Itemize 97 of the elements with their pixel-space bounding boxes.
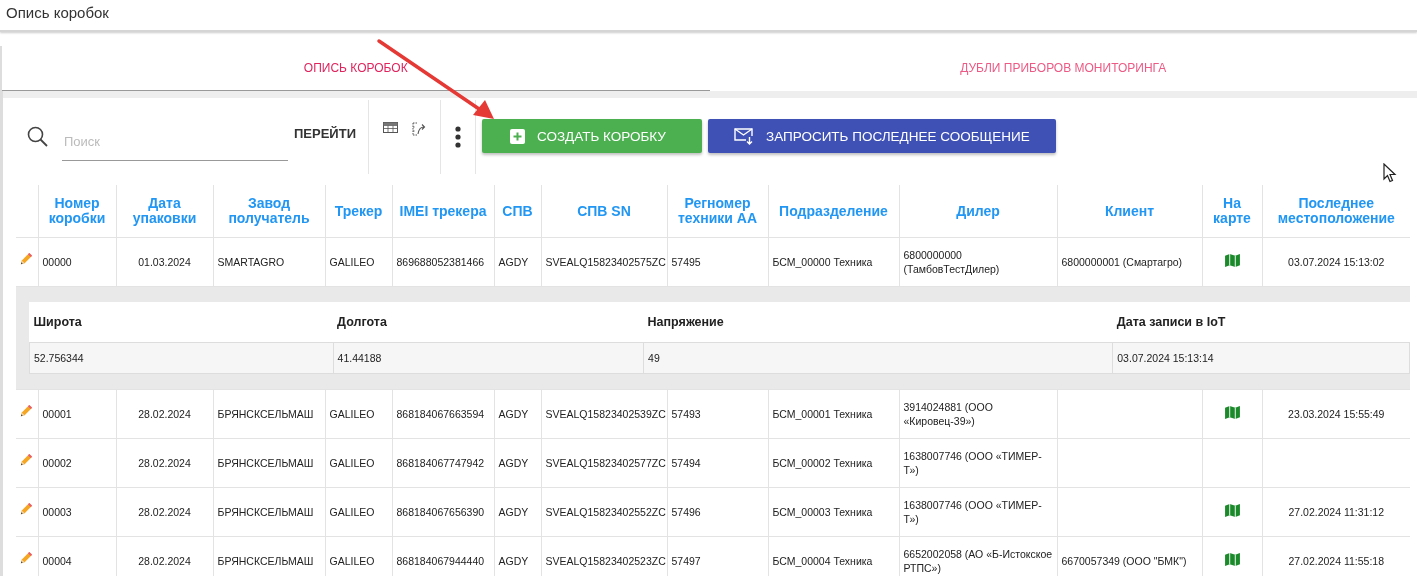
table-cell: 03.07.2024 15:13:02	[1288, 256, 1385, 268]
table-cell: 23.03.2024 15:55:49	[1288, 408, 1385, 420]
table-cell: 6670057349 (ООО "БМК")	[1061, 555, 1187, 567]
table-cell: 6800000000 (ТамбовТестДилер)	[903, 249, 1000, 275]
map-icon[interactable]	[1224, 406, 1240, 419]
column-header[interactable]: Трекер	[325, 185, 392, 238]
pencil-icon[interactable]	[19, 501, 34, 516]
cursor-icon	[1383, 163, 1397, 183]
table-cell: GALILEO	[329, 506, 375, 518]
table-cell: 00004	[42, 555, 72, 567]
table-cell: 27.02.2024 11:55:18	[1288, 555, 1385, 567]
page-title: Опись коробок	[5, 3, 109, 21]
detail-header: Дата записи в IoT	[1116, 314, 1226, 329]
detail-value: 49	[648, 352, 660, 364]
envelope-icon	[734, 127, 754, 145]
column-header[interactable]: Дилер	[899, 185, 1057, 238]
table-cell: 57493	[671, 408, 701, 420]
column-header[interactable]: Дата упаковки	[116, 185, 213, 238]
column-header[interactable]: СПВ SN	[541, 185, 667, 238]
detail-value: 52.756344	[34, 352, 84, 364]
table-cell: AGDY	[498, 506, 529, 518]
column-header[interactable]: Номер коробки	[38, 185, 116, 238]
table-cell: БРЯНСКСЕЛЬМАШ	[217, 506, 314, 518]
table-cell: 28.02.2024	[138, 408, 191, 420]
table-cell: БСМ_00002 Техника	[772, 457, 873, 469]
column-header[interactable]: На карте	[1202, 185, 1262, 238]
table-cell: БСМ_00001 Техника	[772, 408, 873, 420]
table-cell: GALILEO	[329, 408, 375, 420]
table-cell: БРЯНСКСЕЛЬМАШ	[217, 408, 314, 420]
table-cell: 57495	[671, 256, 701, 268]
table-cell: 868184067656390	[396, 506, 485, 518]
table-cell: AGDY	[498, 256, 529, 268]
table-cell: GALILEO	[329, 555, 375, 567]
table-cell: БРЯНСКСЕЛЬМАШ	[217, 555, 314, 567]
detail-header: Долгота	[337, 314, 387, 329]
column-header[interactable]: Последнее местоположение	[1262, 185, 1410, 238]
table-cell: GALILEO	[329, 457, 375, 469]
search-icon	[26, 125, 50, 149]
table-cell: 57497	[671, 555, 701, 567]
table-cell: 01.03.2024	[138, 256, 191, 268]
table-cell: 868184067747942	[396, 457, 485, 469]
column-header[interactable]: Подразделение	[768, 185, 899, 238]
table-cell: 28.02.2024	[138, 555, 191, 567]
table-cell: 00000	[42, 256, 72, 268]
detail-value: 41.44188	[337, 352, 382, 364]
create-box-button[interactable]: СОЗДАТЬ КОРОБКУ	[482, 119, 702, 153]
pencil-icon[interactable]	[19, 403, 34, 418]
column-header[interactable]: СПВ	[494, 185, 541, 238]
pencil-icon[interactable]	[19, 452, 34, 467]
table-cell: SVEALQ15823402539ZC	[545, 408, 666, 420]
table-cell: 00003	[42, 506, 72, 518]
table-cell: SVEALQ15823402575ZC	[545, 256, 666, 268]
request-message-button[interactable]: ЗАПРОСИТЬ ПОСЛЕДНЕЕ СООБЩЕНИЕ	[708, 119, 1056, 153]
table-icon[interactable]	[383, 122, 398, 133]
pencil-icon[interactable]	[19, 251, 34, 266]
detail-value: 03.07.2024 15:13:14	[1117, 352, 1214, 364]
pencil-icon[interactable]	[19, 550, 34, 565]
table-cell: 28.02.2024	[138, 506, 191, 518]
table-cell: AGDY	[498, 457, 529, 469]
map-icon[interactable]	[1224, 254, 1240, 267]
detail-header: Напряжение	[647, 314, 724, 329]
table-cell: 868184067663594	[396, 408, 485, 420]
table-cell: 28.02.2024	[138, 457, 191, 469]
more-icon[interactable]	[455, 126, 461, 148]
table-cell: 6652002058 (АО «Б-Истокское РТПС»)	[903, 548, 1053, 574]
column-header[interactable]: Завод получатель	[213, 185, 325, 238]
table-cell: SVEALQ15823402552ZC	[545, 506, 666, 518]
column-header[interactable]: Регномер техники АА	[667, 185, 768, 238]
table-cell: AGDY	[498, 408, 529, 420]
table-cell: 869688052381466	[396, 256, 485, 268]
column-header[interactable]: IMEI трекера	[392, 185, 494, 238]
table-cell: 3914024881 (ООО «Кировец-39»)	[903, 401, 993, 427]
table-cell: 868184067944440	[396, 555, 485, 567]
table-cell: SVEALQ15823402523ZC	[545, 555, 666, 567]
table-cell: БРЯНСКСЕЛЬМАШ	[217, 457, 314, 469]
table-cell: 27.02.2024 11:31:12	[1288, 506, 1385, 518]
table-cell: БСМ_00000 Техника	[772, 256, 873, 268]
table-cell: AGDY	[498, 555, 529, 567]
export-icon[interactable]	[412, 122, 426, 136]
table-cell: 57494	[671, 457, 701, 469]
table-cell: 1638007746 (ООО «ТИМЕР-Т»)	[903, 450, 1042, 476]
table-cell: БСМ_00003 Техника	[772, 506, 873, 518]
table-cell: 00002	[42, 457, 72, 469]
table-cell: GALILEO	[329, 256, 375, 268]
table-cell: SVEALQ15823402577ZC	[545, 457, 666, 469]
table-cell: SMARTAGRO	[217, 256, 285, 268]
go-button[interactable]: ПЕРЕЙТИ	[294, 126, 368, 141]
table-cell: 00001	[42, 408, 72, 420]
detail-header: Широта	[33, 314, 82, 329]
table-cell: 57496	[671, 506, 701, 518]
plus-icon	[510, 128, 525, 144]
table-cell: БСМ_00004 Техника	[772, 555, 873, 567]
map-icon[interactable]	[1224, 553, 1240, 566]
map-icon[interactable]	[1224, 504, 1240, 517]
table-cell: 6800000001 (Смартагро)	[1061, 256, 1183, 268]
table-cell: 1638007746 (ООО «ТИМЕР-Т»)	[903, 499, 1042, 525]
column-header[interactable]: Клиент	[1057, 185, 1202, 238]
